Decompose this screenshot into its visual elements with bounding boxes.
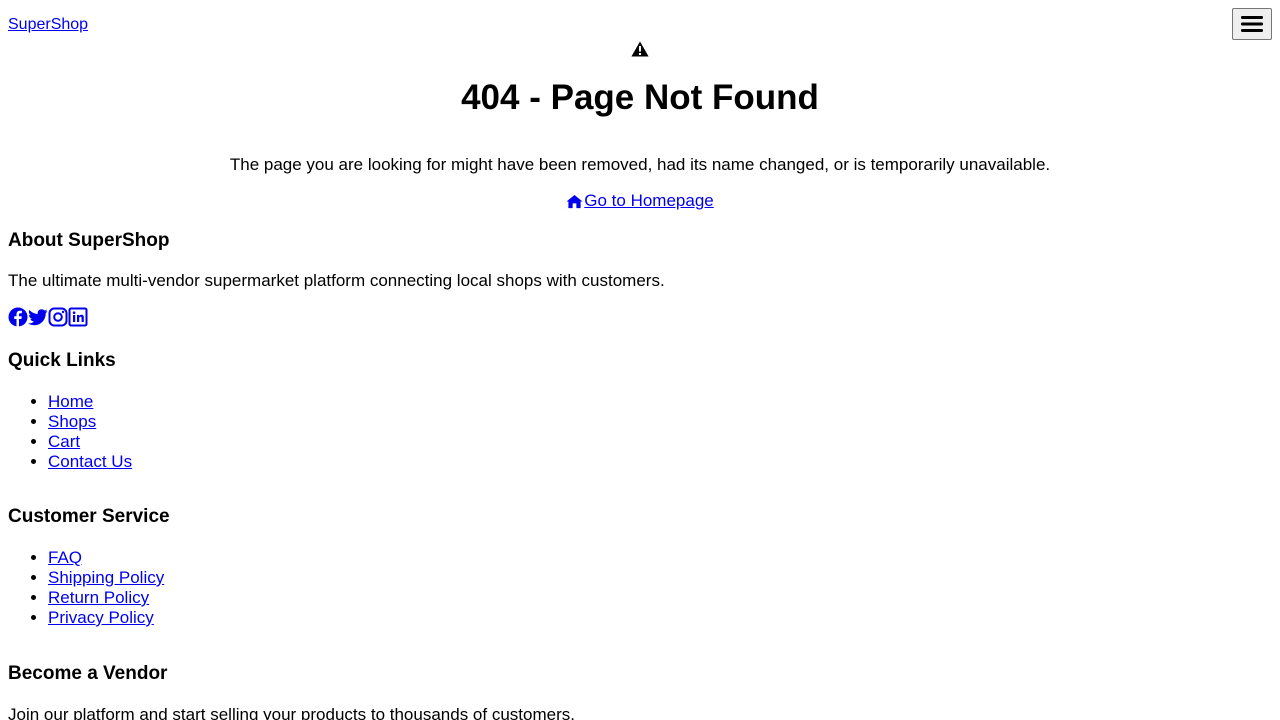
quick-link-home[interactable]: Home <box>48 392 93 411</box>
menu-toggle-button[interactable] <box>1232 8 1272 40</box>
brand-link[interactable]: SuperShop <box>8 15 88 35</box>
facebook-icon <box>8 307 28 327</box>
twitter-icon <box>28 309 48 326</box>
customer-service-heading: Customer Service <box>8 506 170 527</box>
become-vendor-heading: Become a Vendor <box>8 663 168 684</box>
service-link-privacy-policy[interactable]: Privacy Policy <box>48 608 154 627</box>
linkedin-icon <box>68 307 88 327</box>
service-link-shipping-policy[interactable]: Shipping Policy <box>48 568 164 587</box>
list-item: Home <box>48 392 132 412</box>
list-item: FAQ <box>48 548 164 568</box>
home-icon <box>566 194 583 208</box>
go-to-homepage-label: Go to Homepage <box>584 191 714 210</box>
about-text: The ultimate multi-vendor supermarket pl… <box>8 271 665 290</box>
warning-triangle-icon <box>631 41 649 57</box>
social-links <box>8 307 88 327</box>
quick-link-shops[interactable]: Shops <box>48 412 96 431</box>
instagram-icon <box>48 307 68 327</box>
twitter-link[interactable] <box>28 307 48 327</box>
list-item: Shipping Policy <box>48 568 164 588</box>
about-heading: About SuperShop <box>8 230 170 251</box>
hamburger-menu-icon <box>1241 16 1263 32</box>
instagram-link[interactable] <box>48 307 68 327</box>
service-link-return-policy[interactable]: Return Policy <box>48 588 149 607</box>
become-vendor-text: Join our platform and start selling your… <box>8 705 575 720</box>
customer-service-list: FAQ Shipping Policy Return Policy Privac… <box>8 548 164 628</box>
list-item: Privacy Policy <box>48 608 164 628</box>
list-item: Shops <box>48 412 132 432</box>
page-title: 404 - Page Not Found <box>461 78 819 117</box>
quick-links-heading: Quick Links <box>8 350 116 371</box>
quick-link-cart[interactable]: Cart <box>48 432 80 451</box>
service-link-faq[interactable]: FAQ <box>48 548 82 567</box>
facebook-link[interactable] <box>8 307 28 327</box>
list-item: Contact Us <box>48 452 132 472</box>
linkedin-link[interactable] <box>68 307 88 327</box>
page: SuperShop 404 - Page Not Found The page … <box>0 0 1280 720</box>
list-item: Cart <box>48 432 132 452</box>
home-link-container: Go to Homepage <box>0 190 1280 215</box>
go-to-homepage-link[interactable]: Go to Homepage <box>566 190 714 212</box>
list-item: Return Policy <box>48 588 164 608</box>
quick-link-contact-us[interactable]: Contact Us <box>48 452 132 471</box>
error-message: The page you are looking for might have … <box>229 155 1051 174</box>
quick-links-list: Home Shops Cart Contact Us <box>8 392 132 472</box>
